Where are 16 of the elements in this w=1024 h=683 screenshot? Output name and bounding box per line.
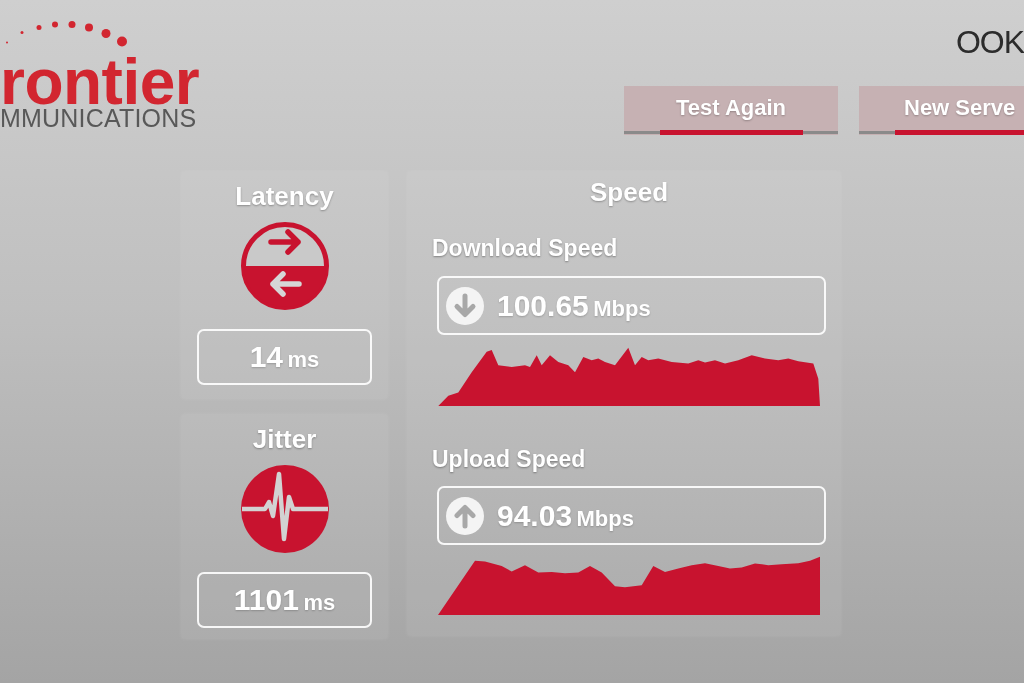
panel-title: Speed — [590, 178, 668, 206]
jitter-reading: 1101 ms — [197, 572, 372, 628]
speed-reading: 100.65 Mbps — [497, 288, 651, 323]
speed-reading: 94.03 Mbps — [497, 498, 634, 533]
speed-label: Upload Speed — [432, 446, 586, 472]
action-button[interactable]: Test Again — [624, 86, 838, 135]
swap-arrows-icon — [240, 222, 329, 310]
metric-title: Latency — [235, 182, 334, 210]
logo-tagline: MMUNICATIONS — [0, 106, 197, 131]
metric-title: Jitter — [252, 425, 317, 453]
latency-reading: 14 ms — [197, 329, 372, 385]
partner-logo: OOK — [955, 26, 1024, 58]
speed-label: Download Speed — [432, 235, 618, 261]
action-button[interactable]: New Serve — [859, 86, 1024, 135]
dots-arc-icon — [6, 21, 127, 47]
pulse-icon — [240, 465, 329, 553]
